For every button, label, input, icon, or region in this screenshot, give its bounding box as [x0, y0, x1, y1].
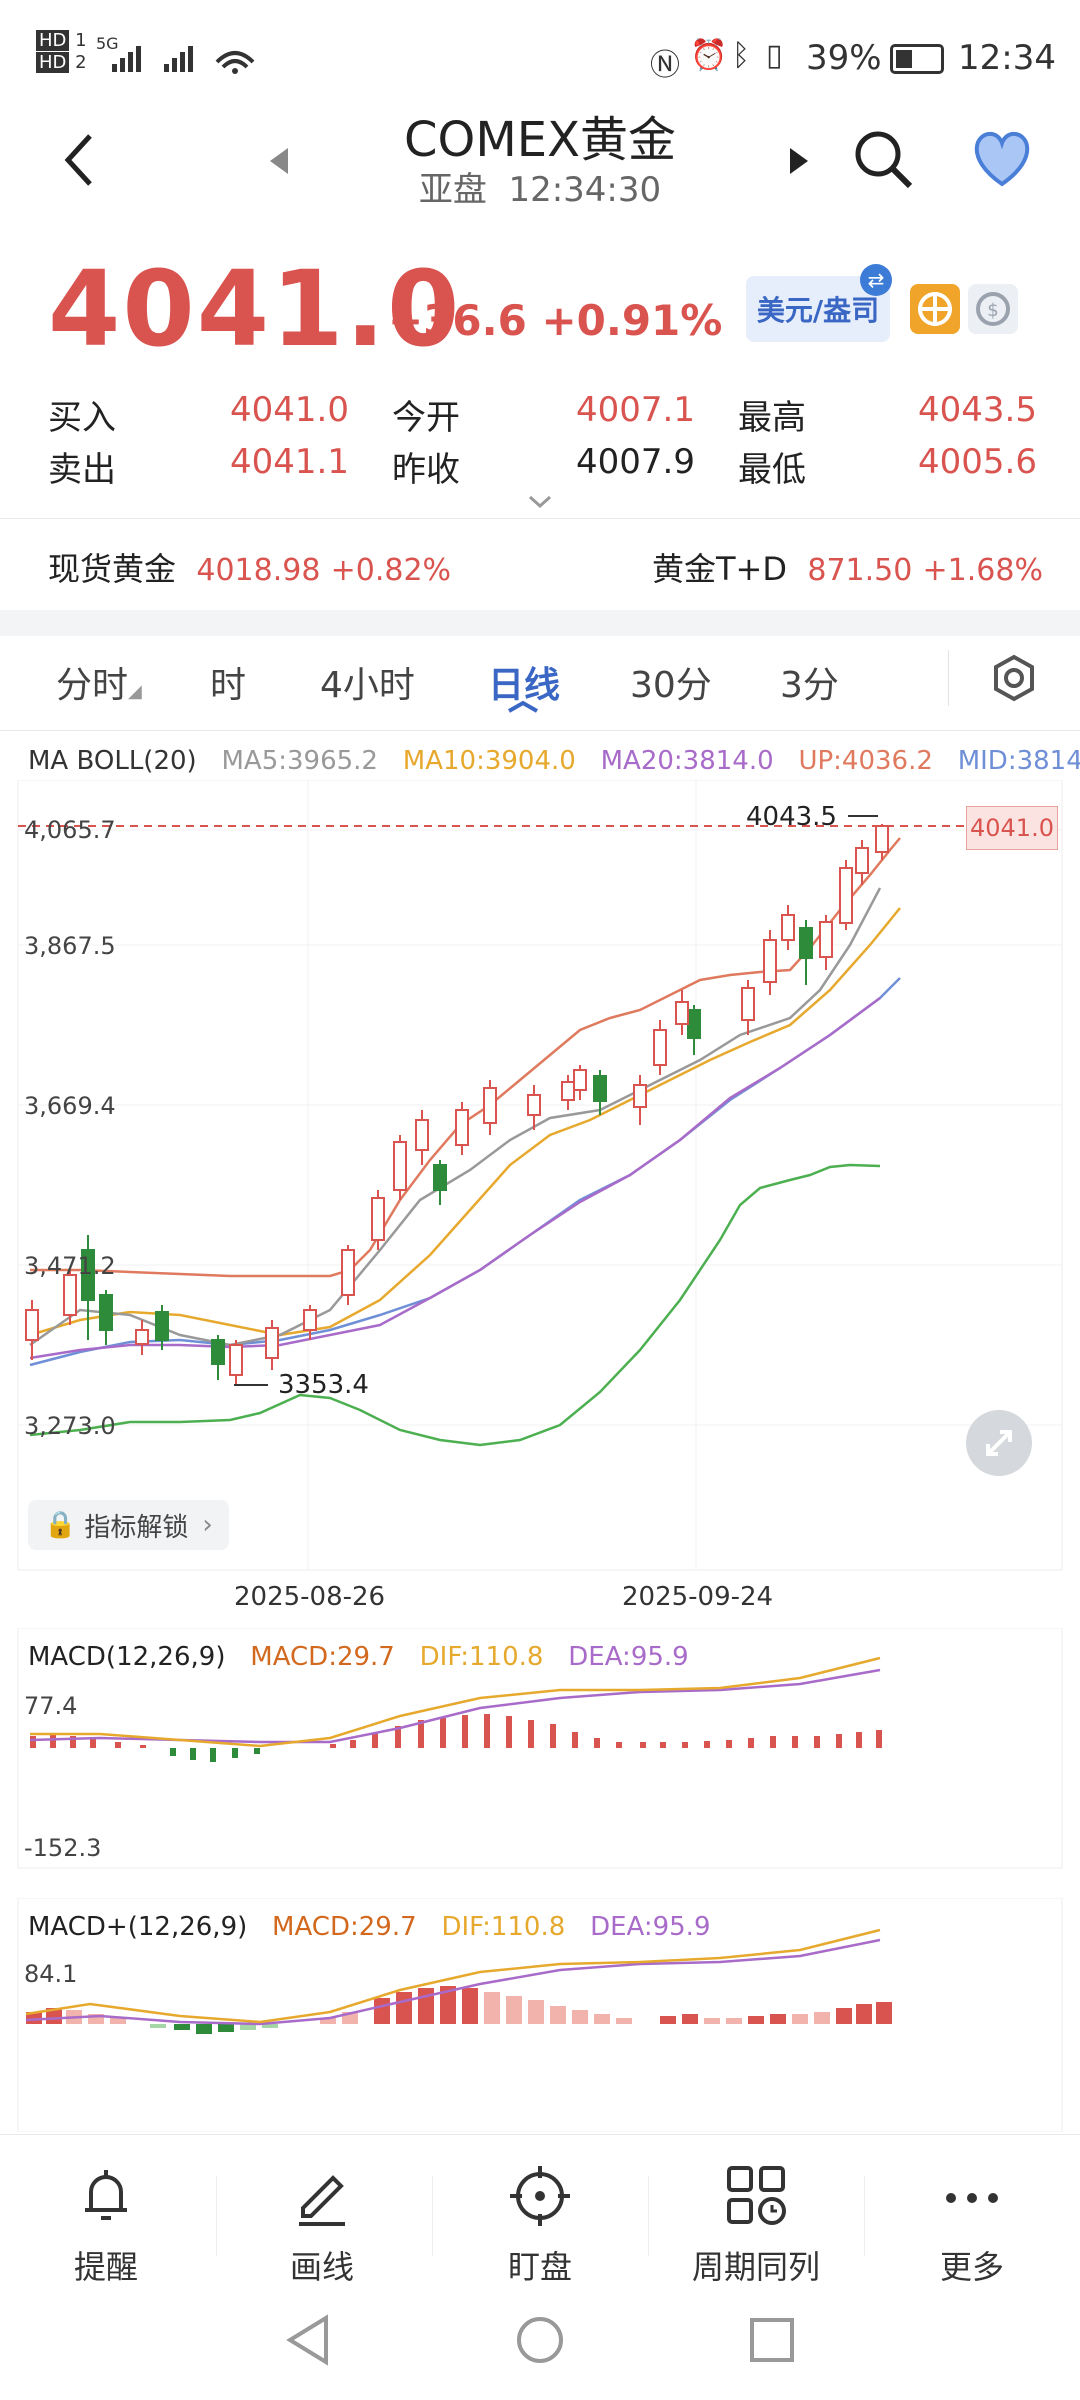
lock-icon: 🔒 [44, 1510, 77, 1540]
prev-close-price: 4007.9 [576, 442, 695, 482]
svg-text:$: $ [987, 300, 998, 321]
high-label: 最高 [738, 398, 806, 438]
macd-y-top: 77.4 [24, 1692, 78, 1720]
status-bar: HD 1 HD 2 5G Ⓝ ⏰ ᛒ ▯ 39% 12:34 [0, 0, 1080, 110]
x-date: 2025-08-26 [234, 1582, 386, 1612]
x-date: 2025-09-24 [622, 1582, 774, 1612]
swap-icon[interactable]: ⇄ [860, 264, 892, 296]
more-dots-icon [946, 2193, 998, 2203]
crosshair-icon [510, 2166, 570, 2226]
nfc-icon: Ⓝ [650, 48, 680, 83]
bell-icon [85, 2170, 127, 2220]
low-marker-label: 3353.4 [278, 1370, 369, 1400]
battery-percent: 39% [806, 38, 882, 78]
candlestick-chart[interactable] [0, 780, 1080, 1580]
sim-indicator: HD 1 HD 2 [36, 30, 87, 74]
open-price: 4007.1 [576, 390, 695, 430]
nav-watch[interactable]: 盯盘 [470, 2160, 610, 2288]
system-back-icon[interactable] [282, 2312, 336, 2368]
macd-y-bottom: -152.3 [24, 1834, 102, 1862]
tab-hour[interactable]: 时 [210, 656, 246, 708]
alarm-icon: ⏰ [690, 38, 728, 73]
buy-price: 4041.0 [230, 390, 349, 430]
tab-intraday[interactable]: 分时◢ [56, 656, 142, 708]
search-icon[interactable] [852, 128, 916, 192]
macd-chart[interactable] [0, 1628, 1080, 1872]
open-label: 今开 [392, 398, 460, 438]
sell-label: 卖出 [48, 450, 116, 490]
settings-hexagon-icon[interactable] [990, 654, 1038, 702]
pencil-icon [299, 2175, 345, 2226]
macd-plus-y-top: 84.1 [24, 1960, 78, 1988]
high-price: 4043.5 [918, 390, 1037, 430]
nav-more[interactable]: 更多 [902, 2160, 1042, 2288]
sell-price: 4041.1 [230, 442, 349, 482]
prev-close-label: 昨收 [392, 450, 460, 490]
related-spot-gold[interactable]: 现货黄金 4018.98 +0.82% [48, 544, 451, 590]
session-info: 亚盘 12:34:30 [418, 170, 662, 210]
main-chart-legend[interactable]: MA BOLL(20) MA5:3965.2 MA10:3904.0 MA20:… [28, 746, 1080, 776]
y-tick: 3,471.2 [24, 1252, 116, 1280]
price-change: +36.6 +0.91% [388, 296, 723, 345]
fullscreen-icon[interactable] [966, 1410, 1032, 1476]
tab-30min[interactable]: 30分 [630, 656, 712, 708]
grid-tool-icon[interactable] [910, 284, 960, 334]
unlock-indicators-button[interactable]: 🔒 指标解锁 › [28, 1500, 229, 1550]
page-title: COMEX黄金 [404, 112, 676, 168]
active-tab-indicator [508, 700, 538, 713]
high-marker-label: 4043.5 [746, 802, 837, 832]
y-tick: 3,273.0 [24, 1412, 116, 1440]
nav-draw[interactable]: 画线 [252, 2160, 392, 2288]
nav-alert[interactable]: 提醒 [36, 2160, 176, 2288]
favorite-heart-icon[interactable] [970, 130, 1034, 188]
chevron-right-icon: › [202, 1510, 213, 1540]
bluetooth-icon: ᛒ [732, 38, 750, 73]
battery-icon [890, 44, 944, 74]
low-price: 4005.6 [918, 442, 1037, 482]
nav-period-compare[interactable]: 周期同列 [686, 2160, 826, 2288]
last-price-tag: 4041.0 [966, 806, 1058, 850]
clock: 12:34 [958, 38, 1056, 78]
y-tick: 4,065.7 [24, 816, 116, 844]
next-contract-icon[interactable] [786, 146, 812, 176]
related-gold-td[interactable]: 黄金T+D 871.50 +1.68% [652, 544, 1043, 590]
coin-tool-icon[interactable]: $ [968, 284, 1018, 334]
system-recents-icon[interactable] [744, 2312, 800, 2368]
vibrate-icon: ▯ [766, 38, 783, 73]
expand-chevron-icon[interactable] [528, 494, 552, 510]
buy-label: 买入 [48, 398, 116, 438]
system-home-icon[interactable] [512, 2312, 568, 2368]
macd-plus-chart[interactable] [0, 1898, 1080, 2132]
y-tick: 3,669.4 [24, 1092, 116, 1120]
y-tick: 3,867.5 [24, 932, 116, 960]
signal-icon [112, 46, 255, 74]
tab-3min[interactable]: 3分 [780, 656, 839, 708]
tab-4hour[interactable]: 4小时 [320, 656, 415, 708]
low-label: 最低 [738, 450, 806, 490]
grid-clock-icon [727, 2166, 786, 2225]
